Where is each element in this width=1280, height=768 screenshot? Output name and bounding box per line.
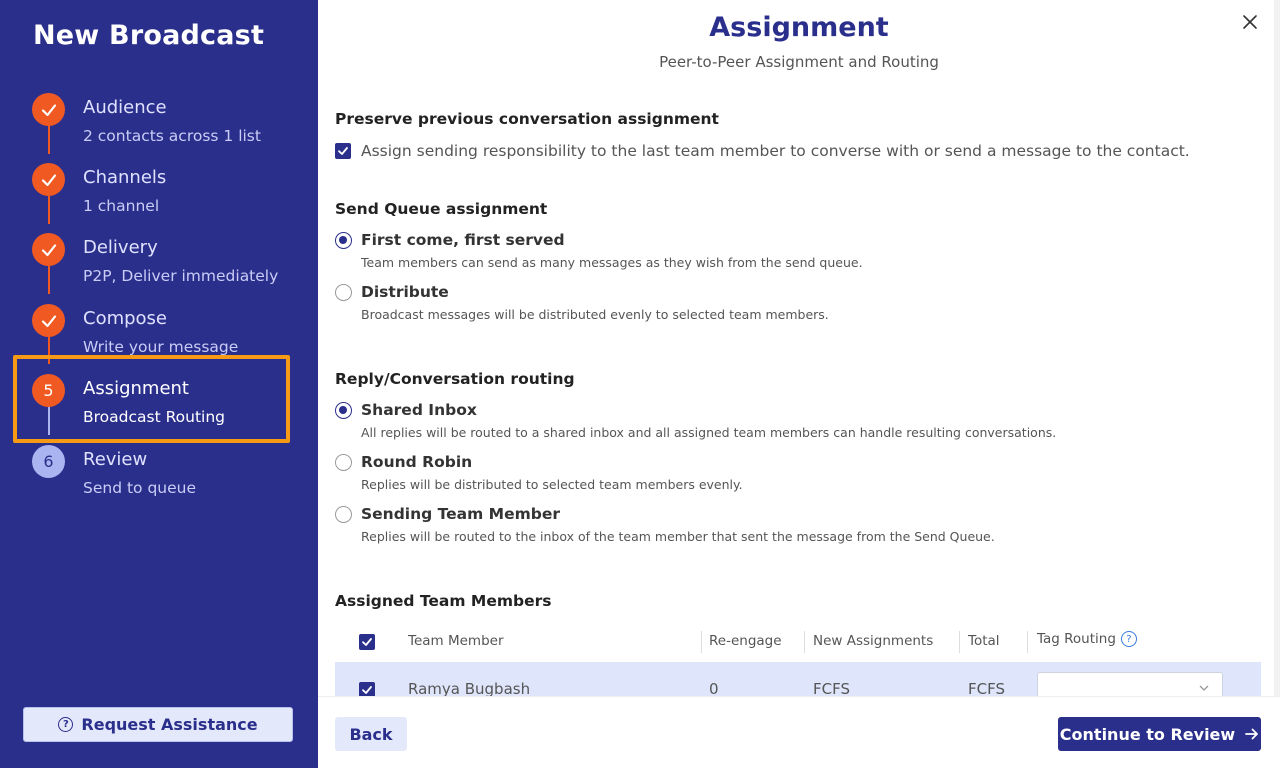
step-delivery[interactable]: Delivery P2P, Deliver immediately	[32, 233, 302, 293]
column-divider	[1027, 631, 1028, 653]
radio-round-robin[interactable]	[335, 454, 352, 471]
preserve-heading: Preserve previous conversation assignmen…	[335, 110, 719, 128]
column-divider	[959, 631, 960, 653]
step-audience[interactable]: Audience 2 contacts across 1 list	[32, 93, 302, 153]
option-description: Replies will be distributed to selected …	[361, 477, 743, 492]
select-all-checkbox[interactable]	[359, 634, 375, 650]
option-label: Shared Inbox	[361, 401, 477, 419]
step-subtitle: 1 channel	[83, 197, 160, 215]
column-header-new-assignments[interactable]: New Assignments	[813, 633, 933, 649]
column-header-reengage[interactable]: Re-engage	[709, 633, 782, 649]
option-description: Broadcast messages will be distributed e…	[361, 307, 829, 322]
active-step-highlight	[13, 355, 290, 443]
arrow-right-icon	[1245, 728, 1259, 740]
preserve-checkbox-label: Assign sending responsibility to the las…	[361, 142, 1190, 160]
close-icon[interactable]	[1240, 12, 1260, 32]
table-header: Team Member Re-engage New Assignments To…	[335, 625, 1261, 659]
check-icon	[362, 638, 372, 646]
request-assistance-label: Request Assistance	[81, 715, 258, 734]
column-header-team-member[interactable]: Team Member	[408, 633, 504, 649]
column-header-total[interactable]: Total	[968, 633, 1000, 649]
column-divider	[804, 631, 805, 653]
sidebar: New Broadcast Audience 2 contacts across…	[0, 0, 318, 768]
continue-to-review-button[interactable]: Continue to Review	[1058, 717, 1261, 751]
team-heading: Assigned Team Members	[335, 592, 552, 610]
radio-first-come[interactable]	[335, 232, 352, 249]
scrollbar[interactable]	[1274, 0, 1280, 696]
option-description: Team members can send as many messages a…	[361, 255, 863, 270]
option-description: Replies will be routed to the inbox of t…	[361, 529, 995, 544]
option-label: First come, first served	[361, 231, 565, 249]
send-queue-heading: Send Queue assignment	[335, 200, 548, 218]
continue-label: Continue to Review	[1059, 724, 1236, 744]
option-label: Distribute	[361, 283, 449, 301]
column-divider	[701, 631, 702, 653]
page-subtitle: Peer-to-Peer Assignment and Routing	[659, 53, 939, 71]
chevron-down-icon	[1199, 685, 1209, 691]
option-description: All replies will be routed to a shared i…	[361, 425, 1057, 440]
request-assistance-button[interactable]: ? Request Assistance	[23, 707, 293, 742]
back-button[interactable]: Back	[335, 717, 407, 751]
step-number: 6	[32, 445, 65, 478]
check-icon	[362, 686, 372, 694]
step-review[interactable]: 6 Review Send to queue	[32, 445, 302, 505]
step-title: Audience	[83, 97, 167, 118]
page-title: Assignment	[709, 12, 889, 43]
radio-shared-inbox[interactable]	[335, 402, 352, 419]
option-label: Round Robin	[361, 453, 473, 471]
routing-heading: Reply/Conversation routing	[335, 370, 575, 388]
step-subtitle: Send to queue	[83, 479, 197, 497]
check-icon	[32, 304, 65, 337]
step-subtitle: P2P, Deliver immediately	[83, 267, 279, 285]
step-title: Review	[83, 449, 148, 470]
sidebar-title: New Broadcast	[33, 20, 265, 51]
footer-bar: Back Continue to Review	[318, 696, 1280, 768]
check-icon	[338, 147, 348, 155]
radio-distribute[interactable]	[335, 284, 352, 301]
step-subtitle: 2 contacts across 1 list	[83, 127, 261, 145]
step-title: Delivery	[83, 237, 158, 258]
step-subtitle: Write your message	[83, 338, 239, 356]
tag-routing-label: Tag Routing	[1037, 631, 1116, 647]
step-title: Compose	[83, 308, 168, 329]
help-icon: ?	[58, 717, 74, 732]
preserve-checkbox[interactable]	[335, 143, 351, 159]
step-title: Channels	[83, 167, 167, 188]
main-panel: Assignment Peer-to-Peer Assignment and R…	[318, 0, 1280, 768]
help-icon[interactable]: ?	[1120, 631, 1137, 647]
step-channels[interactable]: Channels 1 channel	[32, 163, 302, 223]
check-icon	[32, 233, 65, 266]
option-label: Sending Team Member	[361, 505, 561, 523]
radio-sending-team-member[interactable]	[335, 506, 352, 523]
check-icon	[32, 93, 65, 126]
column-header-tag-routing[interactable]: Tag Routing?	[1037, 631, 1137, 647]
check-icon	[32, 163, 65, 196]
